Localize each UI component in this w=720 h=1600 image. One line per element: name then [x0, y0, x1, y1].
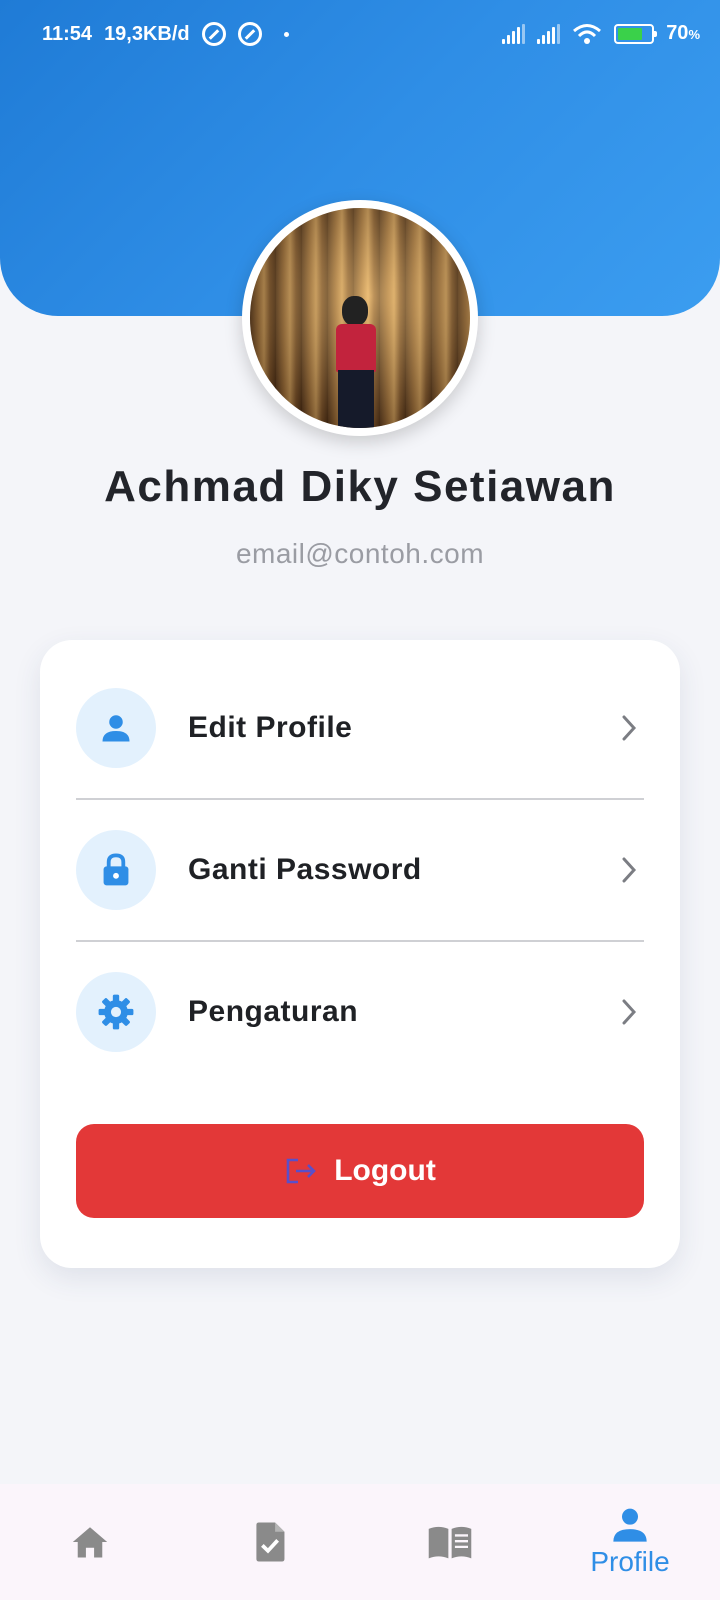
- battery-level: 70%: [666, 22, 700, 44]
- menu-item-label: Pengaturan: [188, 995, 359, 1028]
- chevron-right-icon: [614, 997, 644, 1027]
- menu-item-label: Edit Profile: [188, 711, 353, 744]
- signal-icon: [502, 23, 526, 44]
- nav-item-tasks[interactable]: [180, 1484, 360, 1600]
- status-network-speed: 19,3KB/d: [104, 22, 190, 45]
- nav-item-profile[interactable]: Profile: [540, 1484, 720, 1600]
- data-saver-icon: [237, 22, 262, 46]
- lock-icon: [103, 853, 129, 886]
- bottom-navigation: Profile: [0, 1484, 720, 1600]
- nav-label-profile: Profile: [590, 1546, 670, 1577]
- divider: [76, 798, 644, 800]
- nav-item-book[interactable]: [360, 1484, 540, 1600]
- chevron-right-icon: [614, 855, 644, 885]
- home-icon: [72, 1527, 108, 1558]
- menu-item-label: Ganti Password: [188, 853, 422, 886]
- user-name: Achmad Diky Setiawan: [104, 462, 616, 511]
- task-icon: [256, 1522, 285, 1562]
- menu-item-pengaturan[interactable]: Pengaturan: [76, 952, 644, 1072]
- signal-icon: [537, 23, 561, 44]
- profile-menu-card: Edit Profile Ganti Password Pengaturan L…: [40, 640, 680, 1268]
- chevron-right-icon: [614, 713, 644, 743]
- book-icon: [428, 1526, 472, 1559]
- person-icon: [102, 715, 130, 742]
- menu-item-edit-profile[interactable]: Edit Profile: [76, 668, 644, 788]
- avatar-photo: [250, 208, 470, 428]
- person-icon: [613, 1508, 647, 1542]
- battery-icon: [614, 23, 658, 44]
- logout-button[interactable]: Logout: [76, 1124, 644, 1218]
- data-saver-icon: [201, 22, 226, 46]
- gear-icon: [98, 994, 134, 1030]
- status-time: 11:54: [42, 22, 93, 45]
- divider: [76, 940, 644, 942]
- avatar[interactable]: [242, 200, 478, 436]
- logout-label: Logout: [334, 1154, 436, 1187]
- wifi-icon: [573, 23, 602, 44]
- user-email: email@contoh.com: [235, 538, 485, 569]
- menu-item-ganti-password[interactable]: Ganti Password: [76, 810, 644, 930]
- nav-item-home[interactable]: [0, 1484, 180, 1600]
- notification-dot-icon: [283, 31, 289, 37]
- logout-icon: [286, 1158, 317, 1184]
- status-bar: 11:54 19,3KB/d 70%: [0, 0, 720, 70]
